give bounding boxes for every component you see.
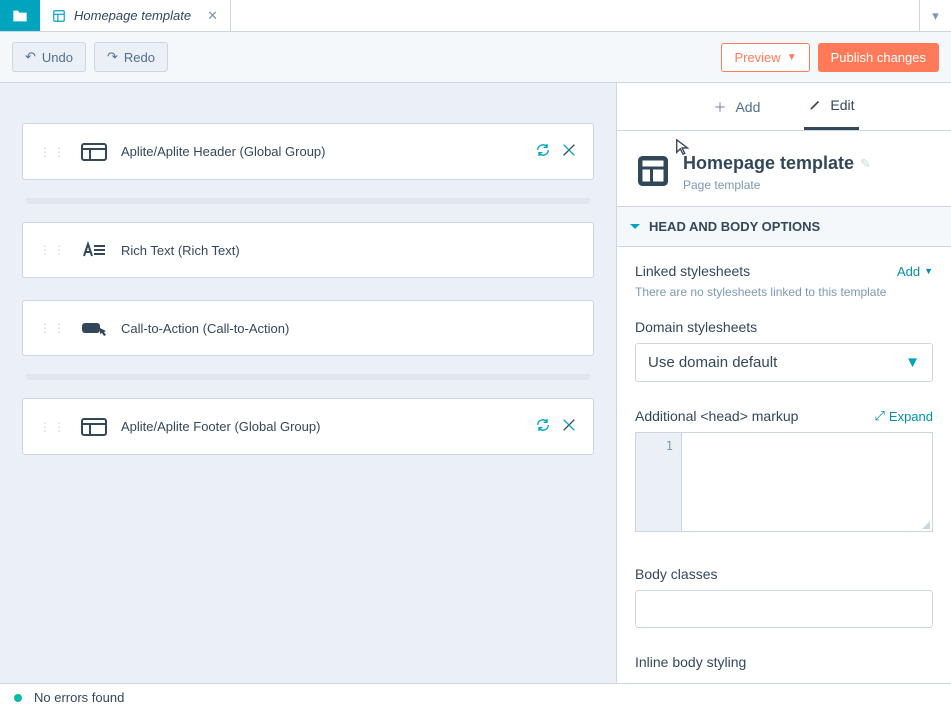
tab-edit-label: Edit <box>830 97 854 113</box>
page-title: Homepage template <box>683 153 854 174</box>
head-markup-editor[interactable]: 1 <box>635 432 933 532</box>
detach-icon[interactable] <box>561 142 577 161</box>
expand-link[interactable]: ⤢ Expand <box>875 408 934 424</box>
file-tab-label: Homepage template <box>74 8 191 23</box>
drop-zone[interactable] <box>26 198 590 204</box>
module-label: Aplite/Aplite Header (Global Group) <box>121 144 326 159</box>
layout-canvas: ⋮⋮ Aplite/Aplite Header (Global Group) ⋮… <box>0 83 616 684</box>
linked-stylesheets-help: There are no stylesheets linked to this … <box>635 285 933 299</box>
module-card[interactable]: ⋮⋮ Rich Text (Rich Text) <box>22 222 594 278</box>
template-icon <box>635 153 671 192</box>
body-classes-input[interactable] <box>635 590 933 628</box>
domain-stylesheets-select[interactable]: Use domain default ▼ <box>635 343 933 382</box>
section-title: HEAD AND BODY OPTIONS <box>649 219 820 234</box>
caret-down-icon: ▼ <box>924 266 933 276</box>
page-subtitle: Page template <box>683 178 933 192</box>
body-classes-label: Body classes <box>635 566 933 582</box>
undo-button[interactable]: ↶ Undo <box>12 42 86 72</box>
plus-icon <box>713 100 727 114</box>
tab-add-label: Add <box>735 99 760 115</box>
linked-stylesheets-label: Linked stylesheets <box>635 263 750 279</box>
inline-body-label: Inline body styling <box>635 654 933 670</box>
preview-label: Preview <box>734 50 780 65</box>
panel-tabs: Add Edit <box>617 83 951 131</box>
inspector-panel: Add Edit Homepage template ✎ Page templa… <box>616 83 951 684</box>
layout-icon <box>81 143 107 161</box>
add-stylesheet-link[interactable]: Add ▼ <box>897 264 933 279</box>
layout-icon <box>81 418 107 436</box>
top-tab-bar: Homepage template ✕ ▾ <box>0 0 951 32</box>
tab-add[interactable]: Add <box>709 83 764 130</box>
drop-zone[interactable] <box>26 374 590 380</box>
module-card[interactable]: ⋮⋮ Call-to-Action (Call-to-Action) <box>22 300 594 356</box>
drag-handle-icon[interactable]: ⋮⋮ <box>39 243 67 257</box>
caret-down-icon: ▼ <box>905 354 920 371</box>
file-tab[interactable]: Homepage template ✕ <box>40 0 231 31</box>
tab-edit[interactable]: Edit <box>804 83 858 130</box>
drag-handle-icon[interactable]: ⋮⋮ <box>39 420 67 434</box>
folder-tab[interactable] <box>0 0 40 31</box>
resize-handle-icon[interactable] <box>920 519 930 529</box>
publish-label: Publish changes <box>831 50 926 65</box>
detach-icon[interactable] <box>561 417 577 436</box>
global-sync-icon[interactable] <box>535 417 551 436</box>
domain-stylesheets-label: Domain stylesheets <box>635 319 933 335</box>
redo-label: Redo <box>124 50 155 65</box>
richtext-icon <box>81 241 107 259</box>
global-sync-icon[interactable] <box>535 142 551 161</box>
module-label: Aplite/Aplite Footer (Global Group) <box>121 419 320 434</box>
chevron-down-icon <box>629 221 641 233</box>
module-card[interactable]: ⋮⋮ Aplite/Aplite Header (Global Group) <box>22 123 594 180</box>
pencil-icon <box>808 98 822 112</box>
module-label: Call-to-Action (Call-to-Action) <box>121 321 289 336</box>
template-icon <box>52 9 66 23</box>
pencil-icon[interactable]: ✎ <box>860 156 871 172</box>
module-card[interactable]: ⋮⋮ Aplite/Aplite Footer (Global Group) <box>22 398 594 455</box>
cta-icon <box>81 319 107 337</box>
code-line-number: 1 <box>636 433 682 531</box>
status-text: No errors found <box>34 690 124 705</box>
redo-button[interactable]: ↷ Redo <box>94 42 168 72</box>
close-tab-icon[interactable]: ✕ <box>207 8 218 24</box>
status-indicator-icon <box>14 694 22 702</box>
panel-header: Homepage template ✎ Page template <box>617 131 951 206</box>
undo-icon: ↶ <box>25 49 36 65</box>
select-value: Use domain default <box>648 354 777 371</box>
preview-button[interactable]: Preview ▼ <box>721 43 809 72</box>
redo-icon: ↷ <box>107 49 118 65</box>
expand-icon: ⤢ <box>875 408 885 424</box>
head-markup-label: Additional <head> markup <box>635 408 798 424</box>
tabs-overflow-toggle[interactable]: ▾ <box>919 0 951 31</box>
status-bar: No errors found <box>0 683 951 711</box>
caret-down-icon: ▼ <box>787 52 797 63</box>
drag-handle-icon[interactable]: ⋮⋮ <box>39 321 67 335</box>
publish-button[interactable]: Publish changes <box>818 43 939 72</box>
undo-label: Undo <box>42 50 73 65</box>
drag-handle-icon[interactable]: ⋮⋮ <box>39 145 67 159</box>
toolbar: ↶ Undo ↷ Redo Preview ▼ Publish changes <box>0 32 951 83</box>
module-label: Rich Text (Rich Text) <box>121 243 240 258</box>
section-toggle[interactable]: HEAD AND BODY OPTIONS <box>617 206 951 247</box>
